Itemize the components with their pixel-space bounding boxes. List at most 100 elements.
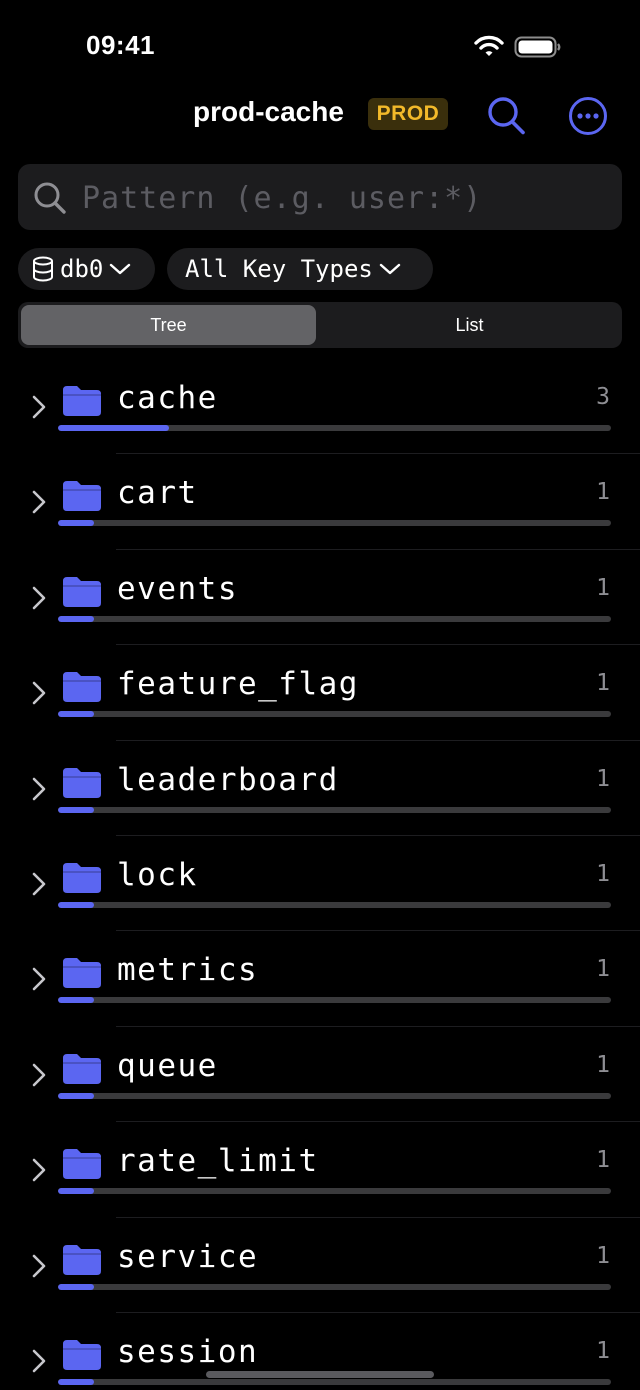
key-count: 1 [596, 1337, 610, 1364]
row-divider [116, 1121, 640, 1123]
view-mode-segmented-control: Tree List [18, 302, 622, 348]
tree-row-feature-flag[interactable]: feature_flag 1 [0, 644, 640, 739]
connection-title: prod-cache [193, 96, 344, 127]
folder-icon [63, 386, 101, 416]
folder-icon [63, 958, 101, 989]
folder-icon [63, 672, 101, 703]
database-label: db0 [60, 255, 104, 283]
row-divider [116, 1216, 640, 1218]
folder-name: service [117, 1238, 259, 1275]
key-count: 1 [596, 479, 610, 506]
chevron-right-icon[interactable] [30, 394, 48, 420]
key-share-fill [58, 806, 95, 813]
tree-row-session[interactable]: session 1 [0, 1311, 640, 1390]
chevron-right-icon[interactable] [30, 776, 48, 802]
folder-name: cache [117, 380, 218, 416]
pattern-search-field[interactable] [18, 164, 622, 230]
key-share-bar [58, 1188, 611, 1195]
key-share-bar [58, 1283, 611, 1290]
tree-row-metrics[interactable]: metrics 1 [0, 930, 640, 1025]
key-share-bar [58, 997, 611, 1004]
key-share-bar [58, 520, 611, 527]
row-divider [116, 1025, 640, 1027]
key-share-bar [58, 711, 611, 718]
folder-name: cart [117, 475, 198, 512]
key-type-filter[interactable]: All Key Types [167, 248, 433, 290]
row-divider [116, 834, 640, 836]
key-share-fill [58, 520, 95, 527]
tree-row-lock[interactable]: lock 1 [0, 834, 640, 930]
pattern-search-input[interactable] [80, 172, 614, 224]
row-divider [116, 453, 640, 455]
folder-name: feature_flag [117, 666, 359, 703]
folder-name: metrics [117, 952, 259, 989]
folder-name: queue [117, 1047, 218, 1084]
chevron-right-icon[interactable] [30, 1348, 48, 1374]
app-screen: 09:41 prod-cache PROD Pattern (e.g. user… [0, 0, 640, 1390]
status-bar: 09:41 [0, 0, 640, 90]
folder-icon [63, 1149, 101, 1180]
tree-row-leaderboard[interactable]: leaderboard 1 [0, 739, 640, 835]
tree-row-cache[interactable]: cache 3 [0, 358, 640, 453]
chevron-down-icon [110, 263, 131, 275]
battery-icon [514, 36, 561, 58]
chevron-right-icon[interactable] [30, 585, 48, 611]
tab-tree[interactable]: Tree [21, 305, 316, 345]
key-share-fill [58, 901, 95, 908]
wifi-icon [474, 35, 504, 56]
ellipsis-circle-icon [569, 97, 607, 135]
key-share-bar [58, 1378, 611, 1385]
chevron-down-icon [379, 263, 401, 275]
key-count: 1 [596, 1147, 610, 1174]
row-divider [116, 548, 640, 550]
key-share-fill [58, 997, 95, 1004]
key-share-bar [58, 806, 611, 813]
key-type-label: All Key Types [185, 255, 373, 283]
key-share-fill [58, 1092, 95, 1099]
key-share-bar [58, 615, 611, 622]
tree-row-events[interactable]: events 1 [0, 548, 640, 644]
search-icon [34, 182, 66, 214]
folder-name: rate_limit [117, 1143, 319, 1180]
key-count: 1 [596, 765, 610, 792]
key-share-fill [58, 1283, 95, 1290]
key-count: 1 [596, 860, 610, 887]
tree-row-rate-limit[interactable]: rate_limit 1 [0, 1121, 640, 1216]
home-indicator [206, 1371, 434, 1378]
key-count: 3 [596, 384, 610, 410]
chevron-right-icon[interactable] [30, 1062, 48, 1088]
key-share-fill [58, 711, 95, 718]
folder-name: lock [117, 856, 198, 893]
chevron-right-icon[interactable] [30, 966, 48, 992]
status-time: 09:41 [86, 30, 155, 60]
chevron-right-icon[interactable] [30, 1157, 48, 1183]
chevron-right-icon[interactable] [30, 1253, 48, 1279]
tree-row-service[interactable]: service 1 [0, 1216, 640, 1312]
key-share-bar [58, 425, 611, 431]
tree-row-cart[interactable]: cart 1 [0, 453, 640, 548]
folder-icon [63, 767, 101, 798]
key-share-bar [58, 901, 611, 908]
key-count: 1 [596, 574, 610, 601]
row-divider [116, 644, 640, 646]
search-icon [488, 97, 525, 135]
chevron-right-icon[interactable] [30, 489, 48, 515]
folder-name: session [117, 1333, 259, 1370]
row-divider [116, 739, 640, 741]
key-share-fill [58, 615, 95, 622]
chevron-right-icon[interactable] [30, 871, 48, 897]
folder-name: events [117, 570, 238, 607]
more-options-button[interactable] [566, 94, 610, 138]
folder-icon [63, 862, 101, 893]
tree-row-queue[interactable]: queue 1 [0, 1025, 640, 1121]
row-divider [116, 1311, 640, 1313]
search-button[interactable] [484, 94, 528, 138]
folder-name: leaderboard [117, 761, 339, 798]
folder-icon [63, 1053, 101, 1084]
key-share-fill [58, 425, 169, 431]
database-selector[interactable]: db0 [18, 248, 155, 290]
folder-icon [63, 1339, 101, 1370]
chevron-right-icon[interactable] [30, 680, 48, 706]
folder-icon [63, 1244, 101, 1275]
tab-list[interactable]: List [320, 305, 619, 345]
